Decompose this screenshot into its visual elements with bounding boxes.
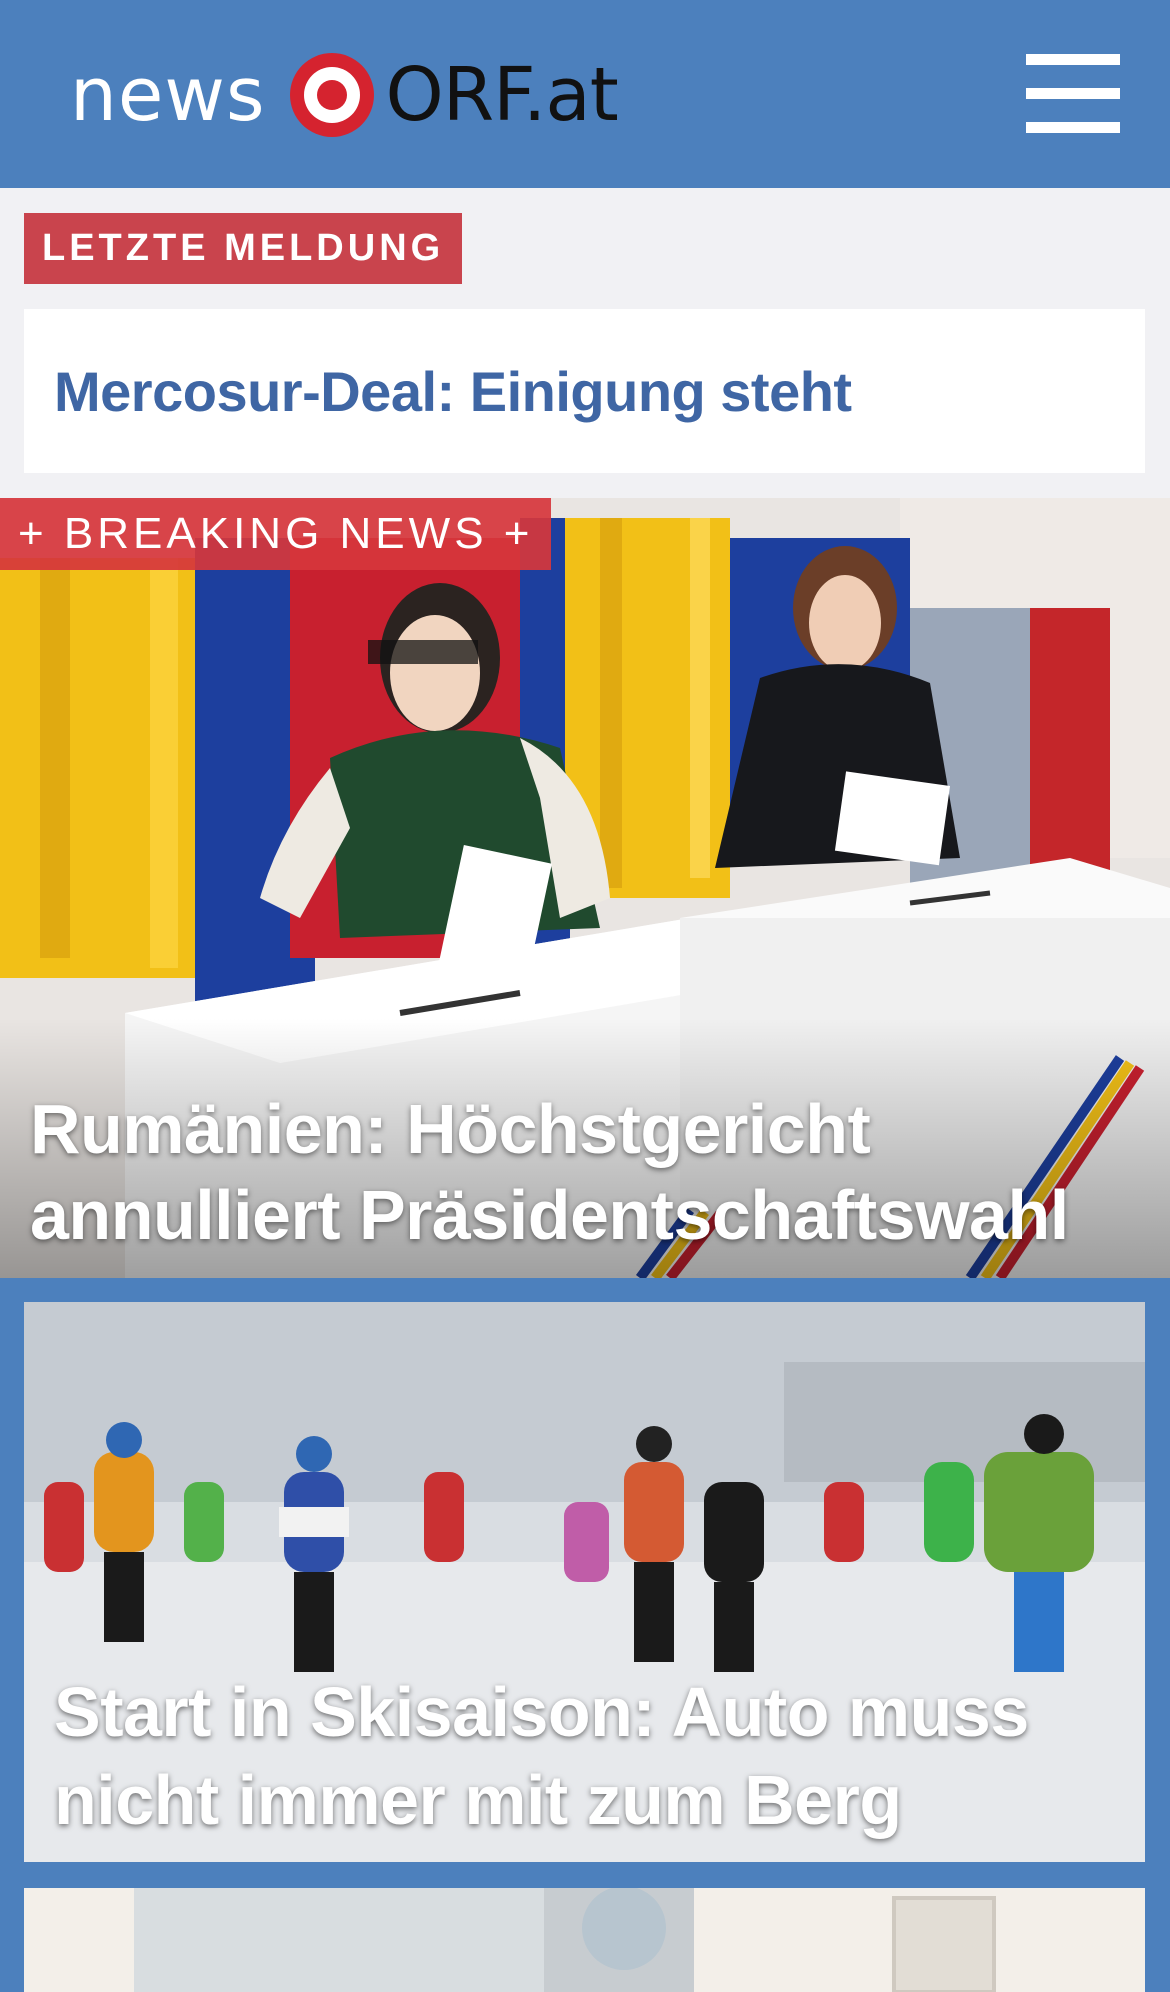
breaking-news-badge: + BREAKING NEWS + <box>0 498 552 570</box>
site-header: news ORF.at <box>0 0 1170 188</box>
story-card-ski[interactable]: Start in Skisaison: Auto muss nicht imme… <box>24 1302 1145 1862</box>
hero-story[interactable]: + BREAKING NEWS + Rumänien: Höchstgerich… <box>0 498 1170 1278</box>
orf-target-icon <box>289 53 374 137</box>
next-story-photo <box>24 1888 1145 1992</box>
story-card-next[interactable] <box>24 1888 1145 1992</box>
news-orf-logo[interactable]: news ORF.at <box>70 40 619 150</box>
hero-headline[interactable]: Rumänien: Höchstgericht annulliert Präsi… <box>30 1086 1140 1258</box>
logo-news-text: news <box>70 52 266 138</box>
ski-story-headline[interactable]: Start in Skisaison: Auto muss nicht imme… <box>54 1668 1124 1844</box>
latest-news-title[interactable]: Mercosur-Deal: Einigung steht <box>54 359 852 424</box>
latest-news-label: LETZTE MELDUNG <box>24 213 463 284</box>
logo-orf-text: ORF.at <box>385 52 619 138</box>
latest-news-card[interactable]: Mercosur-Deal: Einigung steht <box>24 309 1145 473</box>
hamburger-menu-icon[interactable] <box>1022 50 1122 138</box>
